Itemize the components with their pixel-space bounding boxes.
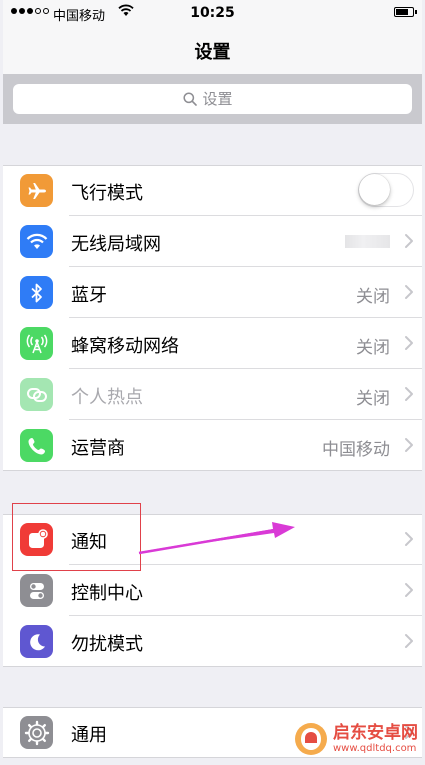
settings-row-airplane[interactable]: 飞行模式 xyxy=(3,165,422,216)
chevron-right-icon xyxy=(405,634,413,648)
chevron-right-icon xyxy=(405,438,413,452)
row-label: 蜂窝移动网络 xyxy=(71,336,179,357)
status-bar: 中国移动 10:25 xyxy=(3,0,422,28)
settings-row-control-center[interactable]: 控制中心 xyxy=(3,565,422,616)
chevron-right-icon xyxy=(405,387,413,401)
search-field[interactable] xyxy=(13,84,412,114)
settings-row-bluetooth[interactable]: 蓝牙 关闭 xyxy=(3,267,422,318)
row-value: 关闭 xyxy=(356,338,390,358)
page-title: 设置 xyxy=(194,42,231,63)
row-value: 关闭 xyxy=(356,389,390,409)
wifi-icon xyxy=(20,225,53,258)
bluetooth-icon xyxy=(20,276,53,309)
chevron-right-icon xyxy=(405,234,413,248)
settings-row-hotspot[interactable]: 个人热点 关闭 xyxy=(3,369,422,420)
highlight-box-annotation xyxy=(12,503,141,571)
row-label: 个人热点 xyxy=(71,387,143,408)
navigation-bar: 设置 xyxy=(3,28,422,74)
control-center-icon xyxy=(20,574,53,607)
settings-group-connectivity: 飞行模式 无线局域网 蓝牙 关闭 蜂窝移动网络 关闭 个人热点 关闭 运营商 中国移动 xyxy=(3,165,422,471)
row-label: 无线局域网 xyxy=(71,234,161,255)
search-input[interactable] xyxy=(202,90,243,108)
chevron-right-icon xyxy=(405,583,413,597)
settings-row-cellular[interactable]: 蜂窝移动网络 关闭 xyxy=(3,318,422,369)
moon-icon xyxy=(20,625,53,658)
search-icon xyxy=(182,92,197,106)
settings-row-wifi[interactable]: 无线局域网 xyxy=(3,216,422,267)
chevron-right-icon xyxy=(405,285,413,299)
watermark-url: www.qdltdq.com xyxy=(333,742,417,754)
airplane-icon xyxy=(20,174,53,207)
settings-screen: 中国移动 10:25 设置 飞行模式无线局域网蓝牙关闭蜂窝移动网络关闭个人热点关… xyxy=(3,0,422,765)
watermark-title: 启东安卓网 xyxy=(333,722,418,743)
row-label: 控制中心 xyxy=(71,583,143,604)
row-label: 运营商 xyxy=(71,438,125,459)
row-label: 通用 xyxy=(71,725,107,746)
row-value: 中国移动 xyxy=(322,440,390,460)
row-label: 勿扰模式 xyxy=(71,634,143,655)
chevron-right-icon xyxy=(405,532,413,546)
settings-row-dnd[interactable]: 勿扰模式 xyxy=(3,616,422,667)
row-label: 蓝牙 xyxy=(71,285,107,306)
clock: 10:25 xyxy=(190,5,235,21)
chevron-right-icon xyxy=(405,336,413,350)
battery-icon xyxy=(394,7,417,17)
cellular-icon xyxy=(20,327,53,360)
settings-row-carrier[interactable]: 运营商 中国移动 xyxy=(3,420,422,471)
watermark-logo-icon xyxy=(295,723,327,755)
gear-icon xyxy=(20,716,53,749)
search-bar-container xyxy=(3,74,422,124)
hotspot-icon xyxy=(20,378,53,411)
row-value: 关闭 xyxy=(356,287,390,307)
phone-icon xyxy=(20,429,53,462)
redacted-network-name xyxy=(345,235,390,248)
row-label: 飞行模式 xyxy=(71,183,143,204)
airplane-mode-toggle[interactable] xyxy=(358,173,414,207)
watermark: 启东安卓网 www.qdltdq.com xyxy=(293,721,418,757)
